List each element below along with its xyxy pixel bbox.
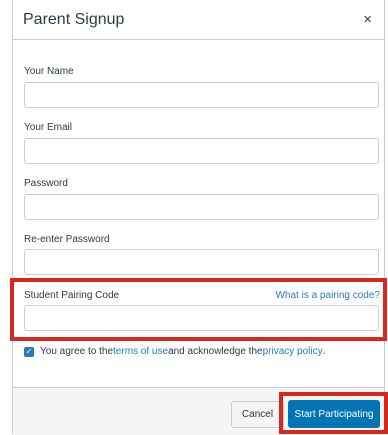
agreement-checkbox[interactable]: ✓ (24, 346, 34, 357)
password-input[interactable] (24, 194, 379, 220)
agreement-prefix: You agree to the (40, 346, 114, 357)
close-icon[interactable]: × (363, 12, 374, 27)
confirm-password-input[interactable] (24, 249, 379, 275)
start-participating-button[interactable]: Start Participating (288, 400, 380, 428)
parent-signup-dialog: Parent Signup × Your Name Your Email Pas… (12, 0, 385, 435)
agreement-suffix: . (322, 346, 326, 357)
terms-of-use-link[interactable]: terms of use (113, 346, 168, 357)
pairing-code-help-link[interactable]: What is a pairing code? (275, 290, 380, 301)
cancel-button[interactable]: Cancel (231, 401, 284, 428)
pairing-code-input[interactable] (24, 305, 379, 331)
agreement-middle: and acknowledge the (168, 346, 263, 357)
agreement-row: ✓ You agree to the terms of use and ackn… (24, 346, 325, 357)
dialog-footer: Cancel Start Participating (13, 387, 384, 435)
email-input[interactable] (24, 138, 379, 164)
dialog-header: Parent Signup × (13, 0, 384, 40)
confirm-password-label: Re-enter Password (24, 234, 110, 245)
name-label: Your Name (24, 66, 74, 77)
privacy-policy-link[interactable]: privacy policy (263, 346, 323, 357)
email-label: Your Email (24, 122, 72, 133)
dialog-title: Parent Signup (23, 10, 125, 28)
password-label: Password (24, 178, 68, 189)
name-input[interactable] (24, 82, 379, 108)
pairing-code-label: Student Pairing Code (24, 290, 120, 301)
